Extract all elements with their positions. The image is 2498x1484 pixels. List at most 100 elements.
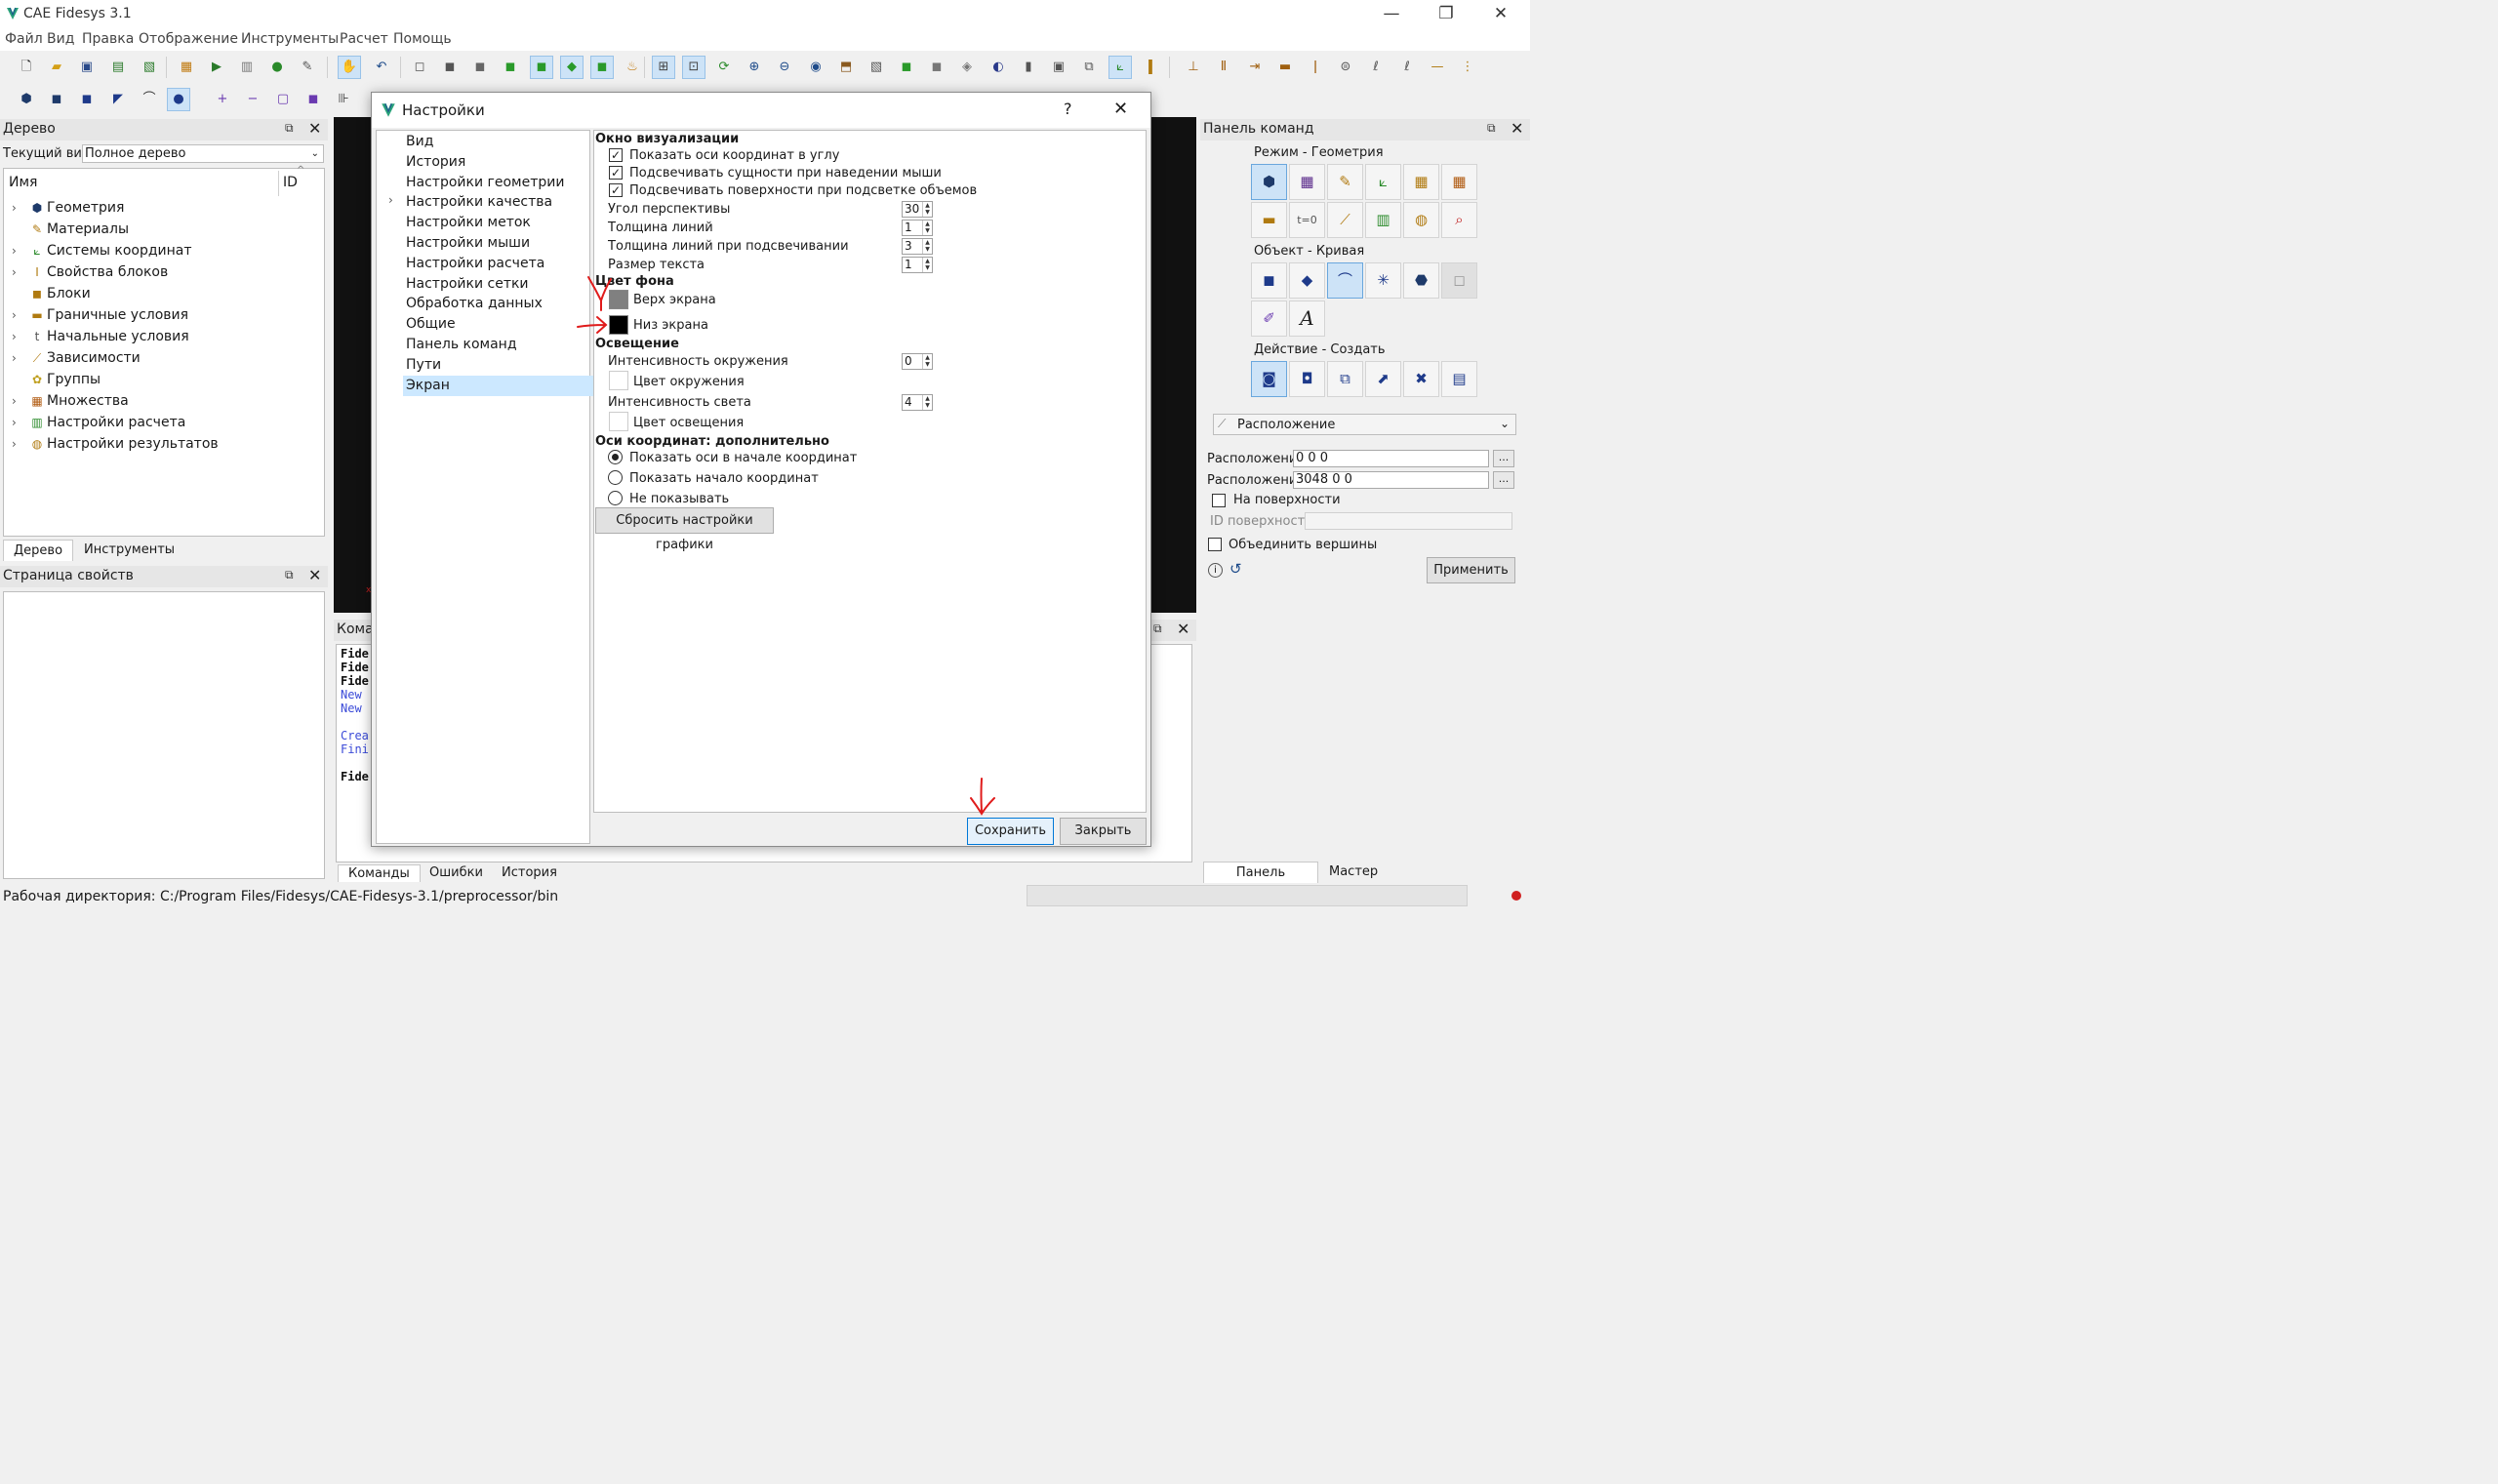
menu-display[interactable]: Отображение xyxy=(139,31,238,47)
settings-nav-list[interactable]: Вид История Настройки геометрии Настройки к… xyxy=(376,130,594,844)
action-modify-icon[interactable]: ◘ xyxy=(1289,361,1325,397)
tree-item[interactable]: › ▬ Граничные условия xyxy=(4,304,324,326)
rotate-icon[interactable]: ⟳ xyxy=(713,57,735,78)
location1-picker-button[interactable]: ... xyxy=(1493,450,1514,467)
intersect-icon[interactable]: ▢ xyxy=(272,89,294,110)
menu-edit[interactable]: Правка xyxy=(82,31,134,47)
expand-arrow-icon[interactable]: › xyxy=(12,390,17,412)
ambient-color-swatch[interactable] xyxy=(609,371,628,390)
action-delete-icon[interactable]: ✖ xyxy=(1403,361,1439,397)
grid-icon[interactable]: ⊞ xyxy=(652,56,675,79)
reset-graphics-button[interactable]: Сбросить настройки графики xyxy=(595,507,774,552)
merge-vertices-checkbox[interactable] xyxy=(1208,538,1222,551)
highlight-hover-checkbox[interactable]: ✓ xyxy=(609,166,623,180)
tab-command-panel[interactable]: Панель команд xyxy=(1203,862,1318,902)
tab-commands[interactable]: Команды xyxy=(338,864,421,882)
tree-item[interactable]: ✿ Группы xyxy=(4,369,324,390)
new-file-icon[interactable]: 🗋 xyxy=(16,57,37,78)
side-view-icon[interactable]: ◼ xyxy=(926,57,947,78)
save-icon[interactable]: ▣ xyxy=(76,57,98,78)
wireframe-cube-icon[interactable]: ◻ xyxy=(409,57,430,78)
action-create-icon[interactable]: ◙ xyxy=(1251,361,1287,397)
on-surface-checkbox[interactable] xyxy=(1212,494,1226,507)
tree-item[interactable]: › ◍ Настройки результатов xyxy=(4,433,324,455)
lights-icon[interactable]: ♨ xyxy=(622,57,643,78)
mode-initial-icon[interactable]: t=0 xyxy=(1289,202,1325,238)
nav-item[interactable]: История xyxy=(406,152,465,173)
open-folder-icon[interactable]: ▰ xyxy=(46,57,67,78)
nav-item[interactable]: Обработка данных xyxy=(406,294,543,314)
expand-arrow-icon[interactable]: › xyxy=(12,240,17,261)
bc-force-icon[interactable]: ⇥ xyxy=(1244,57,1266,78)
axes-icon[interactable]: ⟀ xyxy=(1108,56,1132,79)
mesh-shade-icon[interactable]: ◆ xyxy=(560,56,584,79)
light-color-swatch[interactable] xyxy=(609,412,628,431)
ambient-intensity-spinbox[interactable]: 0 ▲ ▼ xyxy=(902,353,933,370)
expand-arrow-icon[interactable]: › xyxy=(12,304,17,326)
text-size-spinbox[interactable]: 1 ▲ ▼ xyxy=(902,257,933,273)
tree-item[interactable]: ◼ Блоки xyxy=(4,283,324,304)
mode-geometry-icon[interactable]: ⬢ xyxy=(1251,164,1287,200)
tree-item[interactable]: › ▥ Настройки расчета xyxy=(4,412,324,433)
transparent-cube-icon[interactable]: ◼ xyxy=(590,56,614,79)
float-panel-icon[interactable]: ⧉ xyxy=(285,568,294,582)
light-intensity-spinbox[interactable]: 4 ▲ ▼ xyxy=(902,394,933,411)
mode-sets-icon[interactable]: ▦ xyxy=(1441,164,1477,200)
nav-item[interactable]: Настройки расчета xyxy=(406,254,544,274)
minus-icon[interactable]: − xyxy=(242,89,263,110)
object-vertex-icon[interactable]: ✳ xyxy=(1365,262,1401,299)
export-icon[interactable]: ▧ xyxy=(139,57,160,78)
object-volume-icon[interactable]: ◼ xyxy=(1251,262,1287,299)
menu-file[interactable]: Файл xyxy=(5,31,43,47)
select-mode-icon[interactable]: ✋ xyxy=(338,56,361,79)
creation-method-select[interactable]: ⟋ Расположение ⌄ xyxy=(1213,414,1516,435)
expand-arrow-icon[interactable]: › xyxy=(12,347,17,369)
geometry-create-icon[interactable]: ⬢ xyxy=(16,89,37,110)
curve-icon[interactable]: ⌒ xyxy=(139,89,160,110)
nav-item[interactable]: Настройки сетки xyxy=(406,274,529,295)
nav-item[interactable]: Вид xyxy=(406,132,433,152)
minimize-button[interactable]: — xyxy=(1364,2,1419,27)
tab-tree[interactable]: Дерево xyxy=(3,540,74,561)
mode-mesh-icon[interactable]: ▦ xyxy=(1289,164,1325,200)
volume-icon[interactable]: ◼ xyxy=(46,89,67,110)
tree-item[interactable]: › ⬢ Геометрия xyxy=(4,197,324,219)
axes-origin-radio[interactable] xyxy=(608,450,623,464)
shaded-cube-icon[interactable]: ◼ xyxy=(469,57,491,78)
sphere-view-icon[interactable]: ◐ xyxy=(987,57,1009,78)
zoom-in-icon[interactable]: ⊕ xyxy=(744,57,765,78)
expand-arrow-icon[interactable]: › xyxy=(12,326,17,347)
webcut-icon[interactable]: ◼ xyxy=(302,89,324,110)
iso-view-icon[interactable]: ⬒ xyxy=(835,57,857,78)
tab-wizard[interactable]: Мастер xyxy=(1319,862,1388,883)
highlight-line-width-spinbox[interactable]: 3 ▲ ▼ xyxy=(902,238,933,255)
imprint-icon[interactable]: ⊪ xyxy=(333,89,354,110)
mode-coords-icon[interactable]: ⟀ xyxy=(1365,164,1401,200)
expand-arrow-icon[interactable]: › xyxy=(12,433,17,455)
close-panel-icon[interactable]: ✕ xyxy=(1177,620,1189,638)
location2-input[interactable]: 3048 0 0 xyxy=(1293,471,1489,489)
mode-search-icon[interactable]: ⌕ xyxy=(1441,202,1477,238)
bc-contact-icon[interactable]: ⊜ xyxy=(1335,57,1356,78)
object-curve-icon[interactable]: ⌒ xyxy=(1327,262,1363,299)
tree-item[interactable]: › ▦ Множества xyxy=(4,390,324,412)
hide-axes-radio[interactable] xyxy=(608,491,623,505)
fit-view-icon[interactable]: ◉ xyxy=(805,57,826,78)
mode-dependency-icon[interactable]: ⟋ xyxy=(1327,202,1363,238)
origin-only-radio[interactable] xyxy=(608,470,623,485)
green-cube-icon[interactable]: ◼ xyxy=(500,57,521,78)
import-icon[interactable]: ▦ xyxy=(176,57,197,78)
play-icon[interactable]: ● xyxy=(266,57,288,78)
top-view-icon[interactable]: ◼ xyxy=(896,57,917,78)
menu-tools[interactable]: Инструменты xyxy=(241,31,339,47)
tab-errors[interactable]: Ошибки xyxy=(420,864,493,882)
nav-item[interactable]: Настройки меток xyxy=(406,213,531,233)
mode-calc-icon[interactable]: ▥ xyxy=(1365,202,1401,238)
bc-dashed-icon[interactable]: ⋮ xyxy=(1457,57,1478,78)
bc-temperature-icon[interactable]: ǀ xyxy=(1305,57,1326,78)
maximize-button[interactable]: ❐ xyxy=(1419,2,1473,27)
tree-item[interactable]: › ⟋ Зависимости xyxy=(4,347,324,369)
close-window-button[interactable]: ✕ xyxy=(1473,2,1528,27)
object-group-icon[interactable]: ⬣ xyxy=(1403,262,1439,299)
mode-blocks-icon[interactable]: ▦ xyxy=(1403,164,1439,200)
